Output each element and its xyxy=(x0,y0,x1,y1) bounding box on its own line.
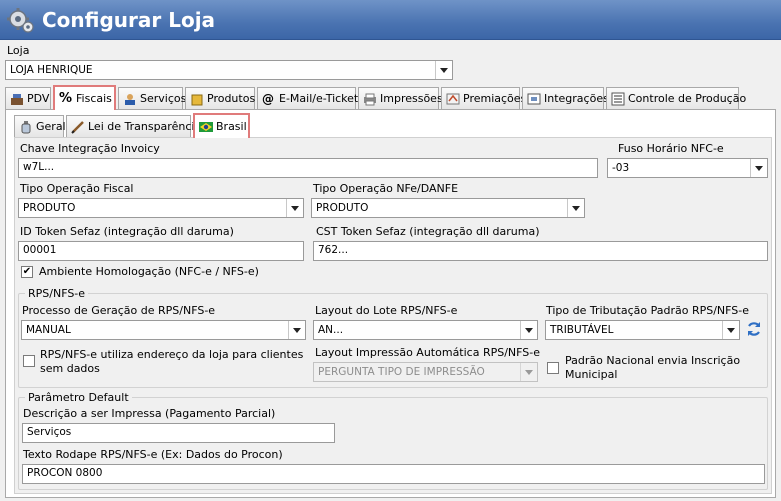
print-layout-value: PERGUNTA TIPO DE IMPRESSÃO xyxy=(318,366,485,378)
fiscal-op-select[interactable]: PRODUTO xyxy=(18,198,304,218)
at-icon: @ xyxy=(262,91,274,106)
store-label: Loja xyxy=(7,44,30,57)
print-layout-select[interactable]: PERGUNTA TIPO DE IMPRESSÃO xyxy=(313,362,538,382)
token-id-input[interactable]: 00001 xyxy=(18,241,304,261)
tax-type-select[interactable]: TRIBUTÁVEL xyxy=(545,320,740,340)
footer-input[interactable]: PROCON 0800 xyxy=(22,464,765,484)
service-icon xyxy=(125,93,135,105)
gears-icon xyxy=(7,7,34,33)
integration-icon xyxy=(527,93,541,104)
rps-layout-dropdown-icon[interactable] xyxy=(520,321,537,339)
brazil-flag-icon xyxy=(199,121,213,132)
national-checkbox[interactable] xyxy=(547,362,559,374)
main-tabs: PDV % Fiscais Serviços Produtos @ E-Mail… xyxy=(5,85,775,110)
bottle-icon xyxy=(21,120,31,133)
tab-servicos[interactable]: Serviços xyxy=(118,87,187,109)
timezone-value: -03 xyxy=(612,162,630,174)
national-label: Padrão Nacional envia Inscrição Municipa… xyxy=(565,354,741,381)
title-bar: Configurar Loja xyxy=(0,0,781,40)
rps-process-dropdown-icon[interactable] xyxy=(288,321,305,339)
tab-lei-transparencia[interactable]: Lei de Transparência xyxy=(66,115,201,137)
tab-label: Premiações xyxy=(463,92,527,105)
defaults-legend: Parâmetro Default xyxy=(25,391,132,404)
invoicy-key-input[interactable]: w7L... xyxy=(18,158,598,178)
store-select[interactable]: LOJA HENRIQUE xyxy=(5,60,453,80)
timezone-label: Fuso Horário NFC-e xyxy=(618,142,724,155)
token-cst-input[interactable]: 762... xyxy=(313,241,768,261)
sub-tabs: Geral Lei de Transparência Brasil xyxy=(14,113,254,138)
token-id-label: ID Token Sefaz (integração dll daruma) xyxy=(20,225,234,238)
tab-pdv[interactable]: PDV xyxy=(5,87,51,109)
tab-controle-producao[interactable]: Controle de Produção xyxy=(606,87,746,109)
award-icon xyxy=(446,93,460,104)
rps-process-select[interactable]: MANUAL xyxy=(21,320,306,340)
tab-label: PDV xyxy=(27,92,50,105)
tab-impressoes[interactable]: Impressões xyxy=(358,87,443,109)
tab-label: Integrações xyxy=(544,92,609,105)
tab-premiacoes[interactable]: Premiações xyxy=(441,87,526,109)
tab-integracoes[interactable]: Integrações xyxy=(522,87,609,109)
tab-brasil[interactable]: Brasil xyxy=(193,113,250,138)
homolog-checkbox[interactable]: ✔ xyxy=(21,266,33,278)
tab-label: Serviços xyxy=(140,92,187,105)
percent-icon: % xyxy=(59,90,73,106)
timezone-dropdown-icon[interactable] xyxy=(750,159,767,177)
use-address-label: RPS/NFS-e utiliza endereço da loja para … xyxy=(40,348,304,375)
invoicy-key-label: Chave Integração Invoicy xyxy=(20,142,160,155)
printer-icon xyxy=(364,93,376,105)
tab-email[interactable]: @ E-Mail/e-Ticket xyxy=(257,87,359,109)
store-dropdown-icon[interactable] xyxy=(435,61,452,79)
tab-fiscais[interactable]: % Fiscais xyxy=(53,85,116,110)
description-input[interactable]: Serviços xyxy=(22,423,335,443)
tab-label: Fiscais xyxy=(76,92,112,105)
nfe-op-label: Tipo Operação NFe/DANFE xyxy=(313,182,459,195)
tab-produtos[interactable]: Produtos xyxy=(185,87,255,109)
description-label: Descrição a ser Impressa (Pagamento Parc… xyxy=(23,407,276,420)
nfe-op-dropdown-icon[interactable] xyxy=(567,199,584,217)
window-title: Configurar Loja xyxy=(42,7,216,32)
fiscal-op-dropdown-icon[interactable] xyxy=(286,199,303,217)
cash-register-icon xyxy=(11,93,23,105)
homolog-label: Ambiente Homologação (NFC-e / NFS-e) xyxy=(39,265,259,278)
token-cst-label: CST Token Sefaz (integração dll daruma) xyxy=(316,225,540,238)
tab-label: Impressões xyxy=(380,92,443,105)
timezone-select[interactable]: -03 xyxy=(607,158,768,178)
print-layout-label: Layout Impressão Automática RPS/NFS-e xyxy=(315,346,541,359)
tab-label: Geral xyxy=(36,120,66,133)
box-icon xyxy=(191,94,203,105)
tab-label: E-Mail/e-Ticket xyxy=(279,92,359,105)
store-value: LOJA HENRIQUE xyxy=(10,64,93,76)
use-address-checkbox[interactable] xyxy=(23,355,35,367)
rps-process-label: Processo de Geração de RPS/NFS-e xyxy=(22,304,216,317)
nfe-op-value: PRODUTO xyxy=(316,202,369,214)
tax-type-value: TRIBUTÁVEL xyxy=(550,324,614,336)
refresh-icon[interactable] xyxy=(745,320,763,338)
tab-label: Controle de Produção xyxy=(628,92,747,105)
tax-type-dropdown-icon[interactable] xyxy=(722,321,739,339)
rps-legend: RPS/NFS-e xyxy=(25,287,89,300)
print-layout-dropdown-icon[interactable] xyxy=(520,363,537,381)
fiscal-op-label: Tipo Operação Fiscal xyxy=(20,182,134,195)
list-icon xyxy=(611,92,625,105)
nfe-op-select[interactable]: PRODUTO xyxy=(311,198,585,218)
tab-geral[interactable]: Geral xyxy=(14,115,66,137)
rps-layout-select[interactable]: AN... xyxy=(313,320,538,340)
pen-icon xyxy=(71,120,84,134)
tab-label: Produtos xyxy=(207,92,256,105)
footer-label: Texto Rodape RPS/NFS-e (Ex: Dados do Pro… xyxy=(23,448,283,461)
tab-label: Brasil xyxy=(216,120,247,133)
fiscal-op-value: PRODUTO xyxy=(23,202,76,214)
rps-process-value: MANUAL xyxy=(26,324,71,336)
tax-type-label: Tipo de Tributação Padrão RPS/NFS-e xyxy=(546,304,749,317)
rps-layout-label: Layout do Lote RPS/NFS-e xyxy=(315,304,458,317)
tab-label: Lei de Transparência xyxy=(88,120,202,133)
rps-layout-value: AN... xyxy=(318,324,344,336)
